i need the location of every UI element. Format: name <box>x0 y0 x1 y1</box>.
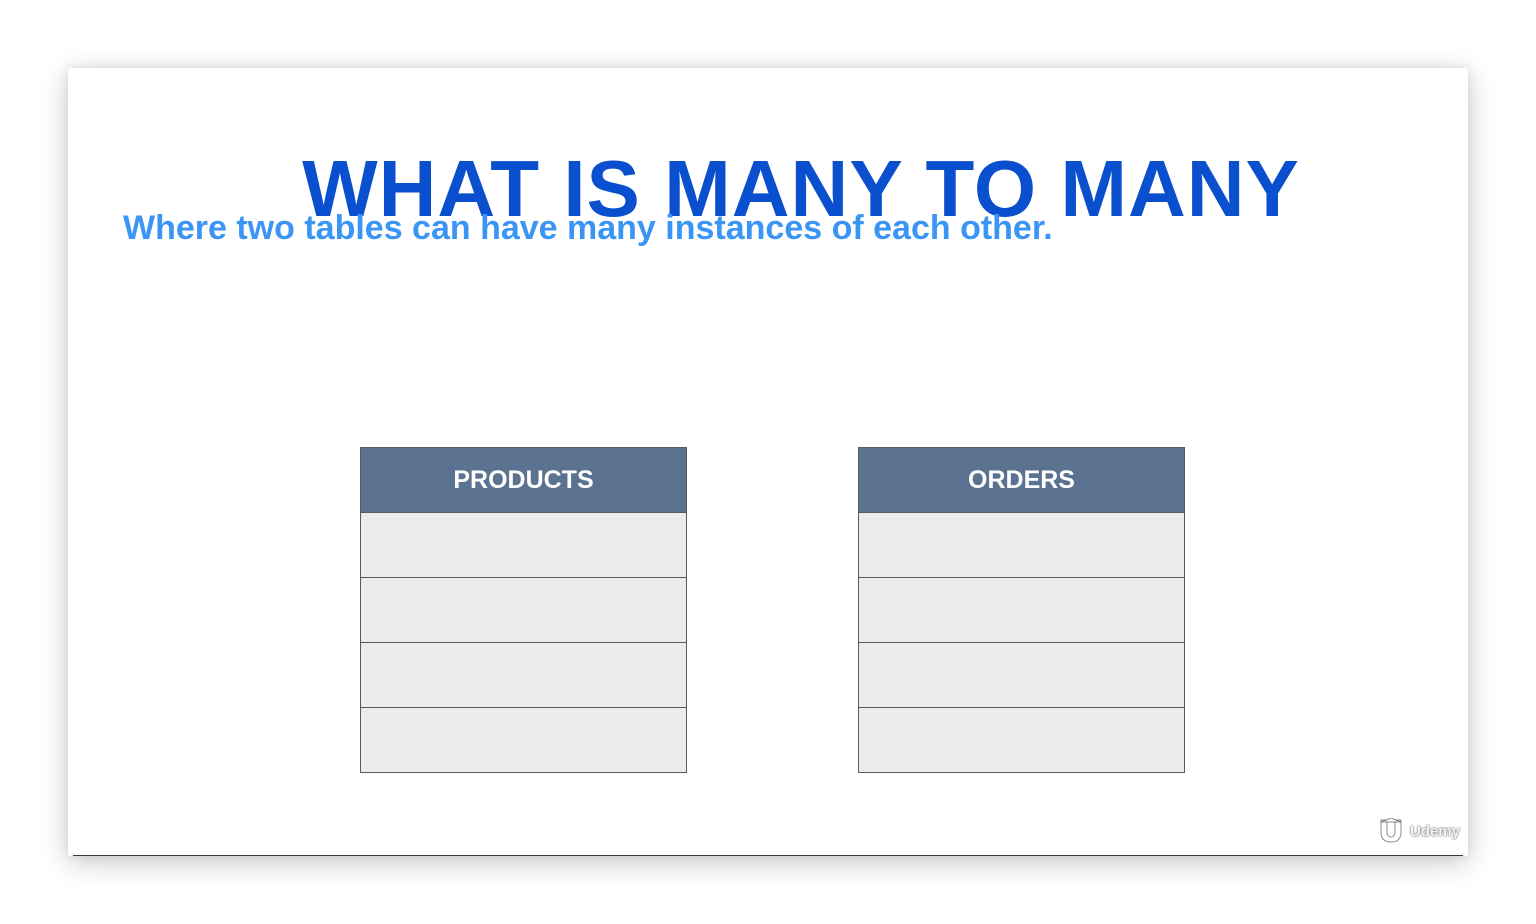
slide-subtitle: Where two tables can have many instances… <box>123 209 1053 247</box>
products-table-header: PRODUCTS <box>361 448 686 513</box>
table-row <box>859 643 1184 708</box>
slide: WHAT IS MANY TO MANY Where two tables ca… <box>68 68 1468 856</box>
orders-table-header: ORDERS <box>859 448 1184 513</box>
slide-divider <box>73 855 1463 856</box>
table-row <box>859 578 1184 643</box>
udemy-logo-icon <box>1377 818 1407 844</box>
table-row <box>859 513 1184 578</box>
watermark-text: Udemy <box>1409 822 1460 840</box>
udemy-watermark: Udemy <box>1377 818 1460 844</box>
table-row <box>361 513 686 578</box>
table-row <box>859 708 1184 772</box>
table-row <box>361 643 686 708</box>
orders-table: ORDERS <box>858 447 1185 773</box>
products-table: PRODUCTS <box>360 447 687 773</box>
table-row <box>361 708 686 772</box>
video-frame: WHAT IS MANY TO MANY Where two tables ca… <box>0 0 1536 924</box>
table-row <box>361 578 686 643</box>
